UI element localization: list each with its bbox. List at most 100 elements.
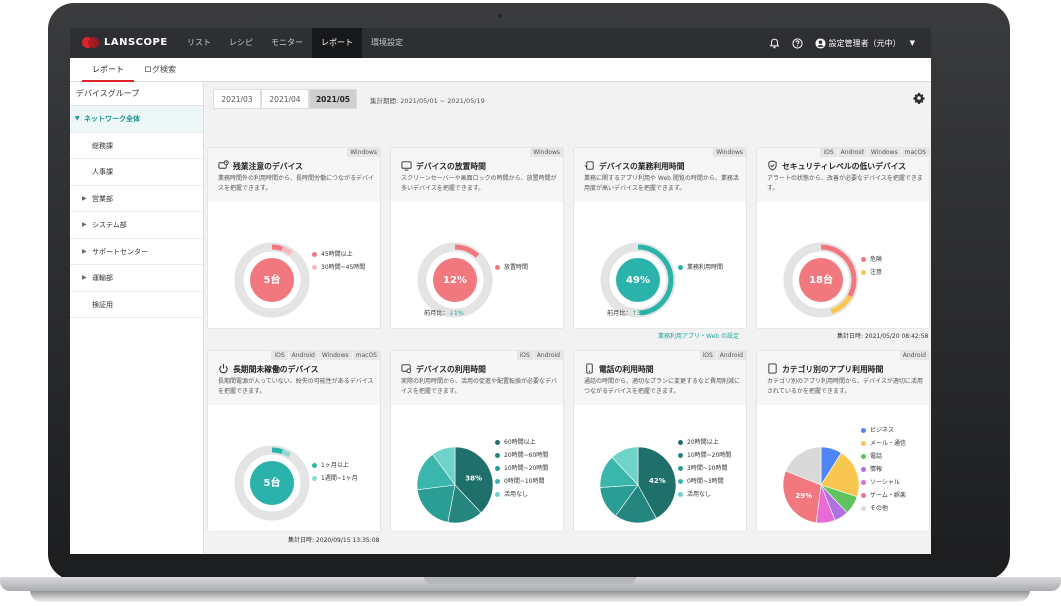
caret-right-icon: ▶ [82,247,87,255]
chart-center-value: 38% [465,475,482,483]
nav-item-recipe[interactable]: レシピ [220,28,262,58]
chart-legend: 20時間以上 10時間~20時間 3時間~10時間 0時間~3時間 活用なし [678,436,731,501]
report-card[interactable]: iOS Android Windows macOS セキュリティレベルの低いデバイス アラ… [757,148,929,340]
legend-label: 0時間~3時間 [687,478,724,485]
nav-item-settings[interactable]: 環境設定 [362,28,412,58]
legend-item: 10時間~20時間 [495,462,548,475]
tab-month-2021-05[interactable]: 2021/05 [309,89,357,109]
report-card[interactable]: Windows 残業注意のデバイス 業務時間外の利用時間から、長時間労働につながるデ… [208,148,380,328]
sidebar-item-network-all[interactable]: ▼ ネットワーク全体 [70,106,203,133]
tablet-icon [767,363,778,376]
legend-item: ソーシャル [861,476,906,489]
tab-report[interactable]: レポート [82,58,134,82]
legend-label: 注意 [870,269,883,276]
sidebar-item-verification[interactable]: 検証用 [70,292,203,318]
legend-label: 0時間~10時間 [504,478,545,485]
card-description: 実際の利用時間から、活用の促進や配置転換が必要なデバイスを把握できます。 [401,378,558,395]
legend-item: 電話 [861,450,906,463]
legend-label: ソーシャル [870,479,900,486]
legend-label: 電話 [870,453,883,460]
tab-month-2021-04[interactable]: 2021/04 [261,89,309,109]
legend-swatch [861,480,866,485]
card-description: アラートの状態から、改善が必要なデバイスを把握できます。 [767,175,923,192]
chart-legend: 放置時間 [495,261,528,274]
chart-center-value: 5台 [264,476,281,489]
sidebar-item-systems[interactable]: ▶ システム部 [70,212,203,239]
sidebar-item-general-affairs[interactable]: 総務課 [70,133,203,159]
card-title: デバイスの業務利用時間 [584,160,685,173]
help-icon[interactable] [792,37,803,49]
os-badge: Android [837,148,867,157]
mom-label: 前月比： [607,310,632,317]
sidebar-item-label: 総務課 [92,141,113,150]
legend-item: 活用なし [495,488,548,501]
nav-item-list[interactable]: リスト [178,28,220,58]
tab-log-search[interactable]: ログ検索 [138,58,182,82]
os-badge: Windows [318,351,352,360]
call-icon [584,363,595,376]
sidebar-item-sales[interactable]: ▶ 営業部 [70,186,203,212]
os-badge: iOS [516,351,533,360]
legend-label: 10時間~20時間 [504,465,549,472]
chart-legend: 業務利用時間 [678,261,723,274]
card-title: 電話の利用時間 [584,363,654,376]
user-name: 設定管理者（元中） [828,38,901,48]
overtime-icon [218,160,229,173]
os-badge: Android [533,351,563,360]
legend-swatch [861,257,866,262]
legend-label: 危険 [870,256,883,263]
legend-swatch [678,453,683,458]
os-badge: iOS [271,351,288,360]
nav-item-monitor[interactable]: モニター [262,28,312,58]
card-header: iOS Android Windows macOS 長期間未稼働のデバイス 長期間電源が入… [208,351,380,405]
month-tabs: 2021/03 2021/04 2021/05 [213,89,357,109]
legend-item: 20時間以上 [678,436,731,449]
legend-swatch [861,441,866,446]
caret-right-icon: ▶ [82,221,87,228]
legend-swatch [861,506,866,511]
legend-swatch [312,265,317,270]
tab-month-2021-03[interactable]: 2021/03 [213,89,261,109]
chart-legend: 1ヶ月以上 1週間~1ヶ月 [312,459,358,485]
business-app-settings-link[interactable]: 業務利用アプリ・Web の設定 [658,331,739,340]
caret-right-icon: ▶ [82,274,87,281]
main-nav: リスト レシピ モニター レポート 環境設定 [178,28,412,58]
report-card[interactable]: iOS Android Windows macOS 長期間未稼働のデバイス 長期間電源が入… [208,351,380,544]
report-card[interactable]: iOS Android デバイスの利用時間実際の利用時間から、活用の促進や配置転換が… [391,351,563,531]
sidebar-item-hr[interactable]: 人事課 [70,159,203,186]
legend-label: 30時間~45時間 [321,264,366,271]
legend-swatch [678,265,683,270]
os-badges: iOS Android Windows macOS [271,351,380,360]
report-card[interactable]: iOS Android 電話の利用時間 通話の時間から、適切なプランに変更するなど費用… [574,351,746,531]
sub-tabs: レポート ログ検索 [70,58,931,82]
sidebar-item-support[interactable]: ▶ サポートセンター [70,239,203,265]
legend-swatch [495,492,500,497]
report-card[interactable]: Windows デバイスの放置時間 スクリーンセーバーや画面ロックの時間から、放置時… [391,148,563,328]
legend-item: 1週間~1ヶ月 [312,472,358,485]
legend-swatch [495,466,500,471]
logo[interactable]: LANSCOPE [82,37,168,48]
nav-item-report[interactable]: レポート [312,28,362,58]
gear-icon[interactable] [913,92,925,106]
legend-item: 情報 [861,463,906,476]
card-title: カテゴリ別のアプリ利用時間 [767,363,883,376]
report-card[interactable]: Android カテゴリ別のアプリ利用時間 カテゴリ別のアプリ利用時間から、デバイス… [757,351,929,531]
card-header: iOS Android 電話の利用時間 通話の時間から、適切なプランに変更するなど費用… [574,351,746,405]
card-title-text: カテゴリ別のアプリ利用時間 [782,365,884,374]
logo-mark-icon [82,37,100,48]
aggregation-timestamp: 集計日時: 2020/09/15 13:35:08 [288,537,380,544]
card-title: デバイスの利用時間 [401,363,486,376]
legend-item: 60時間以上 [495,436,548,449]
chart-center-value: 49% [626,275,650,286]
legend-swatch [861,493,866,498]
sidebar-item-transport[interactable]: ▶ 運輸部 [70,265,203,292]
sidebar-item-label: サポートセンター [92,247,148,256]
report-card[interactable]: Windows デバイスの業務利用時間 業務に関するアプリ利用や Web 閲覧の時間… [574,148,746,340]
bell-icon[interactable] [769,38,780,49]
legend-swatch [861,428,866,433]
legend-label: 20時間~60時間 [504,452,549,459]
ring-segment [281,449,292,458]
user-menu[interactable]: 設定管理者（元中） ▼ [815,37,915,49]
power-icon [218,363,229,376]
laptop-notch [424,577,636,584]
